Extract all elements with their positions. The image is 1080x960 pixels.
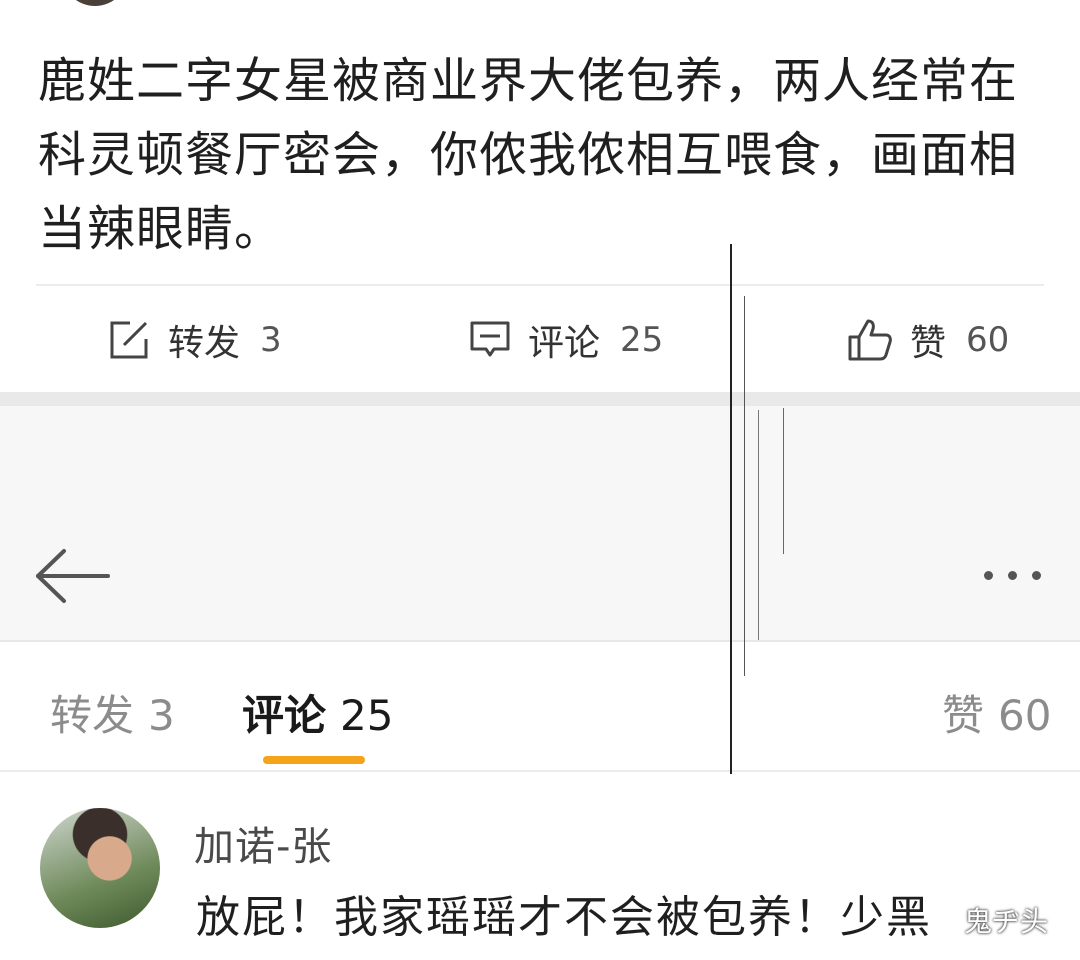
post-text: 鹿姓二字女星被商业界大佬包养，两人经常在科灵顿餐厅密会，你侬我侬相互喂食，画面相… bbox=[38, 53, 1019, 257]
scan-line bbox=[783, 408, 784, 554]
edit-square-icon bbox=[110, 321, 148, 359]
divider bbox=[36, 284, 1044, 286]
commenter-avatar[interactable] bbox=[40, 808, 160, 928]
commenter-name[interactable]: 加诺-张 bbox=[194, 814, 332, 872]
wechat-icon bbox=[929, 909, 957, 931]
dot bbox=[984, 570, 993, 580]
tab-repost-label: 转发 bbox=[50, 691, 135, 740]
tab-repost-count: 3 bbox=[148, 691, 175, 740]
tab-repost[interactable]: 转发 3 bbox=[50, 682, 175, 740]
repost-label: 转发 bbox=[168, 323, 241, 364]
tab-like-label: 赞 bbox=[942, 691, 985, 740]
watermark: 鬼ヂ头 bbox=[928, 900, 1048, 940]
author-avatar[interactable] bbox=[62, 0, 128, 6]
like-count: 60 bbox=[966, 320, 1010, 360]
tab-comment-label: 评论 bbox=[242, 691, 327, 740]
dot bbox=[1008, 570, 1017, 580]
scan-line bbox=[758, 410, 759, 640]
dot bbox=[1032, 570, 1041, 580]
tab-like[interactable]: 赞 60 bbox=[942, 682, 1052, 740]
tab-like-count: 60 bbox=[998, 691, 1052, 740]
back-arrow-icon[interactable] bbox=[30, 545, 112, 607]
thumbs-up-icon bbox=[848, 319, 892, 361]
more-dots-icon[interactable] bbox=[984, 560, 1064, 590]
repost-count: 3 bbox=[260, 320, 282, 360]
navigation-bar bbox=[0, 406, 1080, 640]
comment-button[interactable]: 评论 25 bbox=[468, 310, 663, 370]
section-separator bbox=[0, 392, 1080, 406]
tab-comment[interactable]: 评论 25 bbox=[242, 682, 394, 740]
watermark-text: 鬼ヂ头 bbox=[964, 905, 1049, 938]
like-button[interactable]: 赞 60 bbox=[846, 310, 1009, 370]
comment-item: 加诺-张 放屁！我家瑶瑶才不会被包养！少黑 bbox=[0, 774, 1080, 960]
post-card: 鹿姓二字女星被商业界大佬包养，两人经常在科灵顿餐厅密会，你侬我侬相互喂食，画面相… bbox=[0, 0, 1080, 392]
scan-line bbox=[744, 296, 745, 676]
scan-line bbox=[730, 244, 732, 774]
like-label: 赞 bbox=[910, 323, 947, 364]
repost-button[interactable]: 转发 3 bbox=[106, 310, 282, 370]
comment-count: 25 bbox=[620, 320, 664, 360]
active-tab-indicator bbox=[263, 756, 365, 764]
comment-bubble-icon bbox=[470, 321, 510, 357]
tab-comment-count: 25 bbox=[340, 691, 394, 740]
comment-label: 评论 bbox=[528, 323, 601, 364]
